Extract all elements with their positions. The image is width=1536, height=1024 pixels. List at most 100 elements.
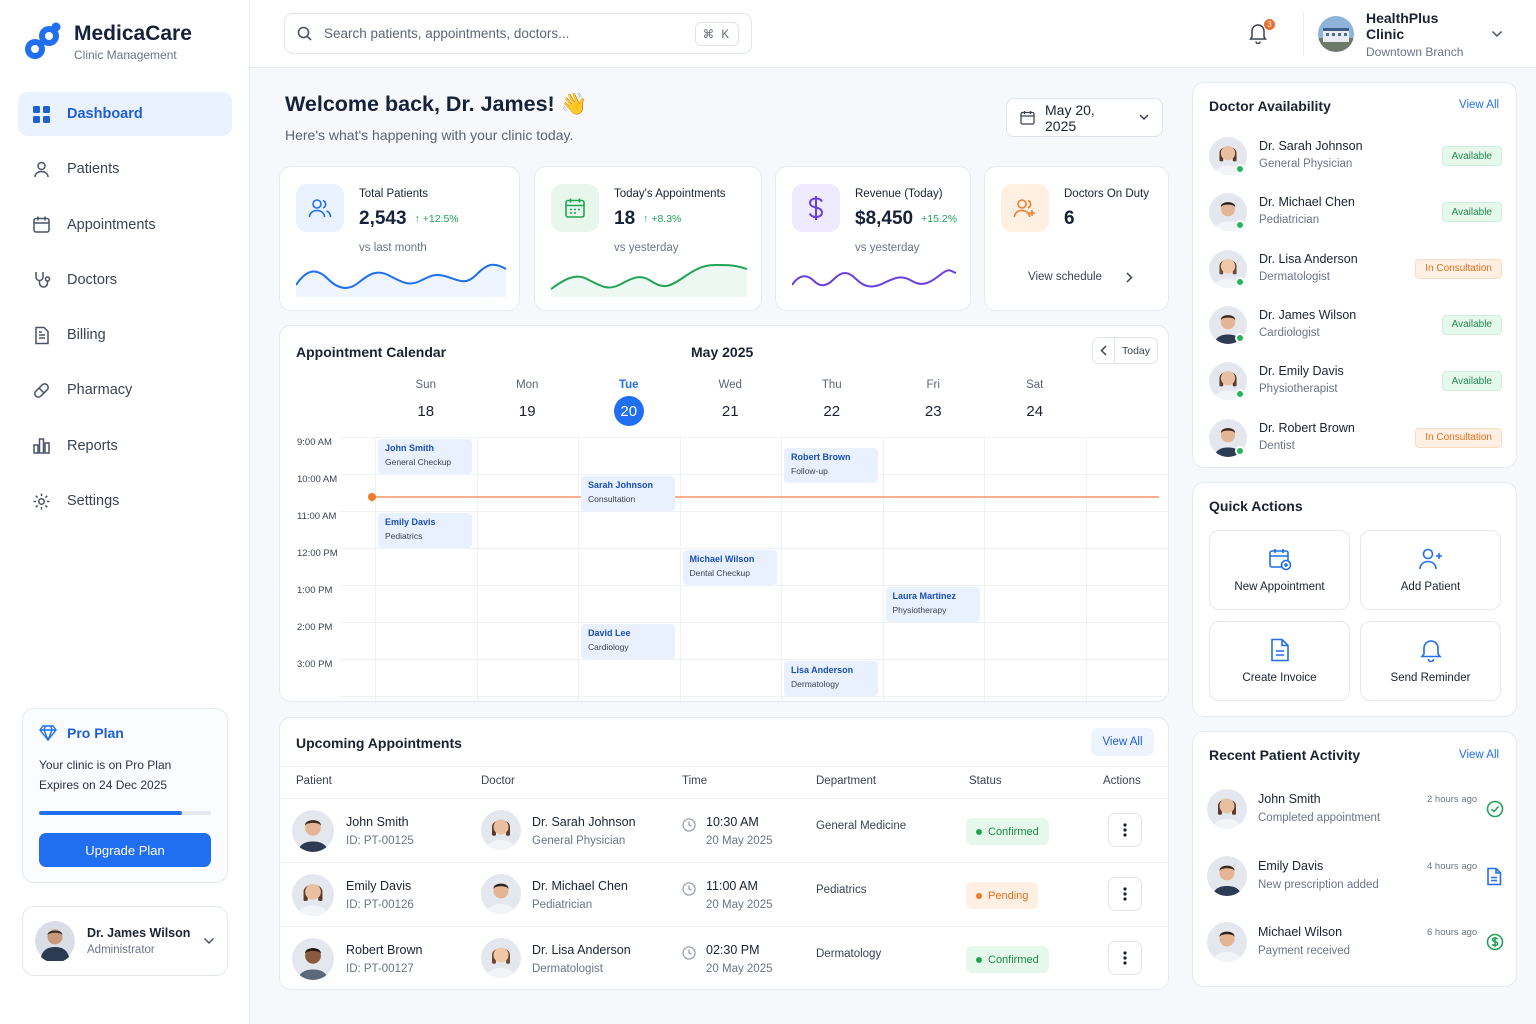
calendar-day-name: Mon [516, 379, 539, 391]
avatar [292, 874, 334, 916]
patient-id: ID: PT-00125 [346, 835, 414, 847]
stat-card-doctors-on-duty[interactable]: Doctors On Duty 6 View schedule [984, 166, 1169, 311]
patient-name[interactable]: John Smith [346, 815, 414, 829]
quick-action-label: Add Patient [1400, 581, 1461, 593]
stat-card-todays-appointments[interactable]: Today's Appointments 18 ↑ +8.3% vs yester… [534, 166, 762, 311]
calendar-event[interactable]: Lisa Anderson Dermatology [784, 660, 878, 696]
doctor-info: Dr. Emily Davis Physiotherapist [1259, 364, 1344, 395]
calendar-event[interactable]: David Lee Cardiology [581, 623, 675, 659]
sidebar-item-label: Patients [67, 161, 120, 178]
date-picker[interactable]: May 20, 2025 [1006, 98, 1163, 137]
activity-item[interactable]: John Smith Completed appointment 2 hours a… [1193, 789, 1518, 839]
view-all-activity-link[interactable]: View All [1459, 749, 1499, 761]
doctor-cell: Dr. Sarah Johnson General Physician [532, 815, 636, 847]
sidebar-item-appointments[interactable]: Appointments [18, 203, 232, 247]
column-header-time: Time [682, 775, 708, 787]
appointment-date: 20 May 2025 [706, 835, 773, 847]
doctor-row[interactable]: Dr. Sarah Johnson General Physician Availa… [1193, 135, 1518, 185]
avatar [481, 938, 521, 978]
revenue-sparkline [792, 269, 956, 288]
calendar-day-number[interactable]: 23 [903, 403, 963, 420]
doctor-specialty: Dermatologist [1259, 270, 1330, 283]
search-bar[interactable]: ⌘ K [284, 13, 752, 54]
doctor-name: Dr. Emily Davis [1259, 364, 1344, 379]
calendar-event[interactable]: Sarah Johnson Consultation [581, 475, 675, 511]
page-title: Welcome back, Dr. James! [285, 92, 555, 116]
calendar-event[interactable]: Michael Wilson Dental Checkup [682, 549, 777, 585]
sidebar-item-doctors[interactable]: Doctors [18, 258, 232, 302]
doctor-row[interactable]: Dr. James Wilson Cardiologist Available [1193, 304, 1518, 354]
doctor-row[interactable]: Dr. Robert Brown Dentist In Consultation [1193, 417, 1518, 467]
row-actions-button[interactable] [1108, 941, 1142, 975]
sidebar-item-label: Reports [67, 437, 118, 454]
doctor-specialty: Cardiologist [1259, 326, 1320, 339]
add-patient-button[interactable]: Add Patient [1360, 530, 1501, 610]
quick-action-label: New Appointment [1234, 581, 1325, 593]
app-logo[interactable]: MedicaCare Clinic Management [22, 22, 192, 62]
sidebar-item-pharmacy[interactable]: Pharmacy [18, 368, 232, 412]
view-all-doctors-link[interactable]: View All [1459, 99, 1499, 111]
doctor-specialty: Pediatrician [532, 899, 593, 911]
divider [280, 766, 1168, 767]
clinic-switcher[interactable]: HealthPlus Clinic Downtown Branch [1303, 9, 1517, 59]
clinic-name: HealthPlus Clinic [1366, 9, 1439, 42]
calendar-event[interactable]: Emily Davis Pediatrics [378, 512, 472, 548]
previous-week-button[interactable] [1093, 338, 1115, 363]
patient-cell: John Smith ID: PT-00125 [346, 815, 414, 847]
patient-name[interactable]: Emily Davis [346, 879, 414, 893]
notification-count-badge: 3 [1263, 18, 1276, 31]
doctor-row[interactable]: Dr. Emily Davis Physiotherapist Available [1193, 360, 1518, 410]
status-label: Confirmed [988, 825, 1039, 838]
doctor-name[interactable]: Dr. Sarah Johnson [532, 815, 636, 829]
calendar-day-number[interactable]: 22 [802, 403, 862, 420]
sidebar-item-patients[interactable]: Patients [18, 147, 232, 191]
activity-item[interactable]: Emily Davis New prescription added 4 hours… [1193, 855, 1518, 906]
stat-card-revenue[interactable]: Revenue (Today) $8,450 +15.2% vs yesterda… [775, 166, 971, 311]
status-badge: Pending [966, 882, 1039, 909]
calendar-event[interactable]: Robert Brown Follow-up [784, 448, 878, 484]
doctor-name[interactable]: Dr. Lisa Anderson [532, 943, 631, 957]
calendar-day-number[interactable]: 24 [1005, 403, 1065, 420]
calendar-day-number[interactable]: 21 [700, 403, 760, 420]
avatar [481, 810, 521, 850]
user-profile-menu[interactable]: Dr. James Wilson Administrator [22, 906, 228, 976]
sidebar-item-dashboard[interactable]: Dashboard [18, 92, 232, 136]
event-type: Dental Checkup [689, 567, 750, 578]
calendar-month: May 2025 [691, 344, 754, 360]
doctor-row[interactable]: Dr. Michael Chen Pediatrician Available [1193, 191, 1518, 241]
doctor-name[interactable]: Dr. Michael Chen [532, 879, 628, 893]
send-reminder-button[interactable]: Send Reminder [1360, 621, 1501, 701]
calendar-day-number[interactable]: 20 [599, 403, 659, 420]
quick-actions-panel: Quick Actions New Appointment Add Patien… [1192, 482, 1517, 717]
more-vertical-icon [1123, 887, 1127, 901]
doctor-row[interactable]: Dr. Lisa Anderson Dermatologist In Consult… [1193, 248, 1518, 298]
sidebar-item-settings[interactable]: Settings [18, 479, 232, 523]
stat-card-total-patients[interactable]: Total Patients 2,543 ↑ +12.5% vs last mon… [279, 166, 520, 311]
calendar-title: Appointment Calendar [296, 344, 447, 360]
today-button[interactable]: Today [1115, 338, 1157, 363]
row-actions-button[interactable] [1108, 813, 1142, 847]
time-cell: 02:30 PM 20 May 2025 [706, 943, 773, 975]
activity-item[interactable]: Michael Wilson Payment received 6 hours ag… [1193, 922, 1518, 972]
sidebar-item-reports[interactable]: Reports [18, 424, 232, 468]
sidebar-item-label: Billing [67, 327, 106, 344]
calendar-event[interactable]: Laura Martinez Physiotherapy [885, 586, 980, 622]
row-actions-button[interactable] [1108, 877, 1142, 911]
calendar-day-name: Sun [415, 379, 436, 391]
new-appointment-button[interactable]: New Appointment [1209, 530, 1350, 610]
upgrade-plan-button[interactable]: Upgrade Plan [39, 833, 211, 867]
chevron-down-icon [1139, 114, 1149, 121]
view-all-appointments-button[interactable]: View All [1091, 728, 1154, 756]
column-header-doctor: Doctor [481, 775, 515, 787]
clinic-branch: Downtown Branch [1366, 44, 1464, 59]
calendar-icon [551, 184, 599, 232]
search-input[interactable] [324, 26, 683, 41]
patient-name[interactable]: Robert Brown [346, 943, 422, 957]
calendar-event[interactable]: John Smith General Checkup [378, 438, 472, 474]
sidebar-item-billing[interactable]: Billing [18, 313, 232, 357]
view-schedule-link[interactable]: View schedule [1028, 271, 1133, 283]
activity-patient-name: John Smith [1258, 792, 1321, 806]
calendar-day-number[interactable]: 18 [396, 403, 456, 420]
create-invoice-button[interactable]: Create Invoice [1209, 621, 1350, 701]
calendar-day-number[interactable]: 19 [497, 403, 557, 420]
